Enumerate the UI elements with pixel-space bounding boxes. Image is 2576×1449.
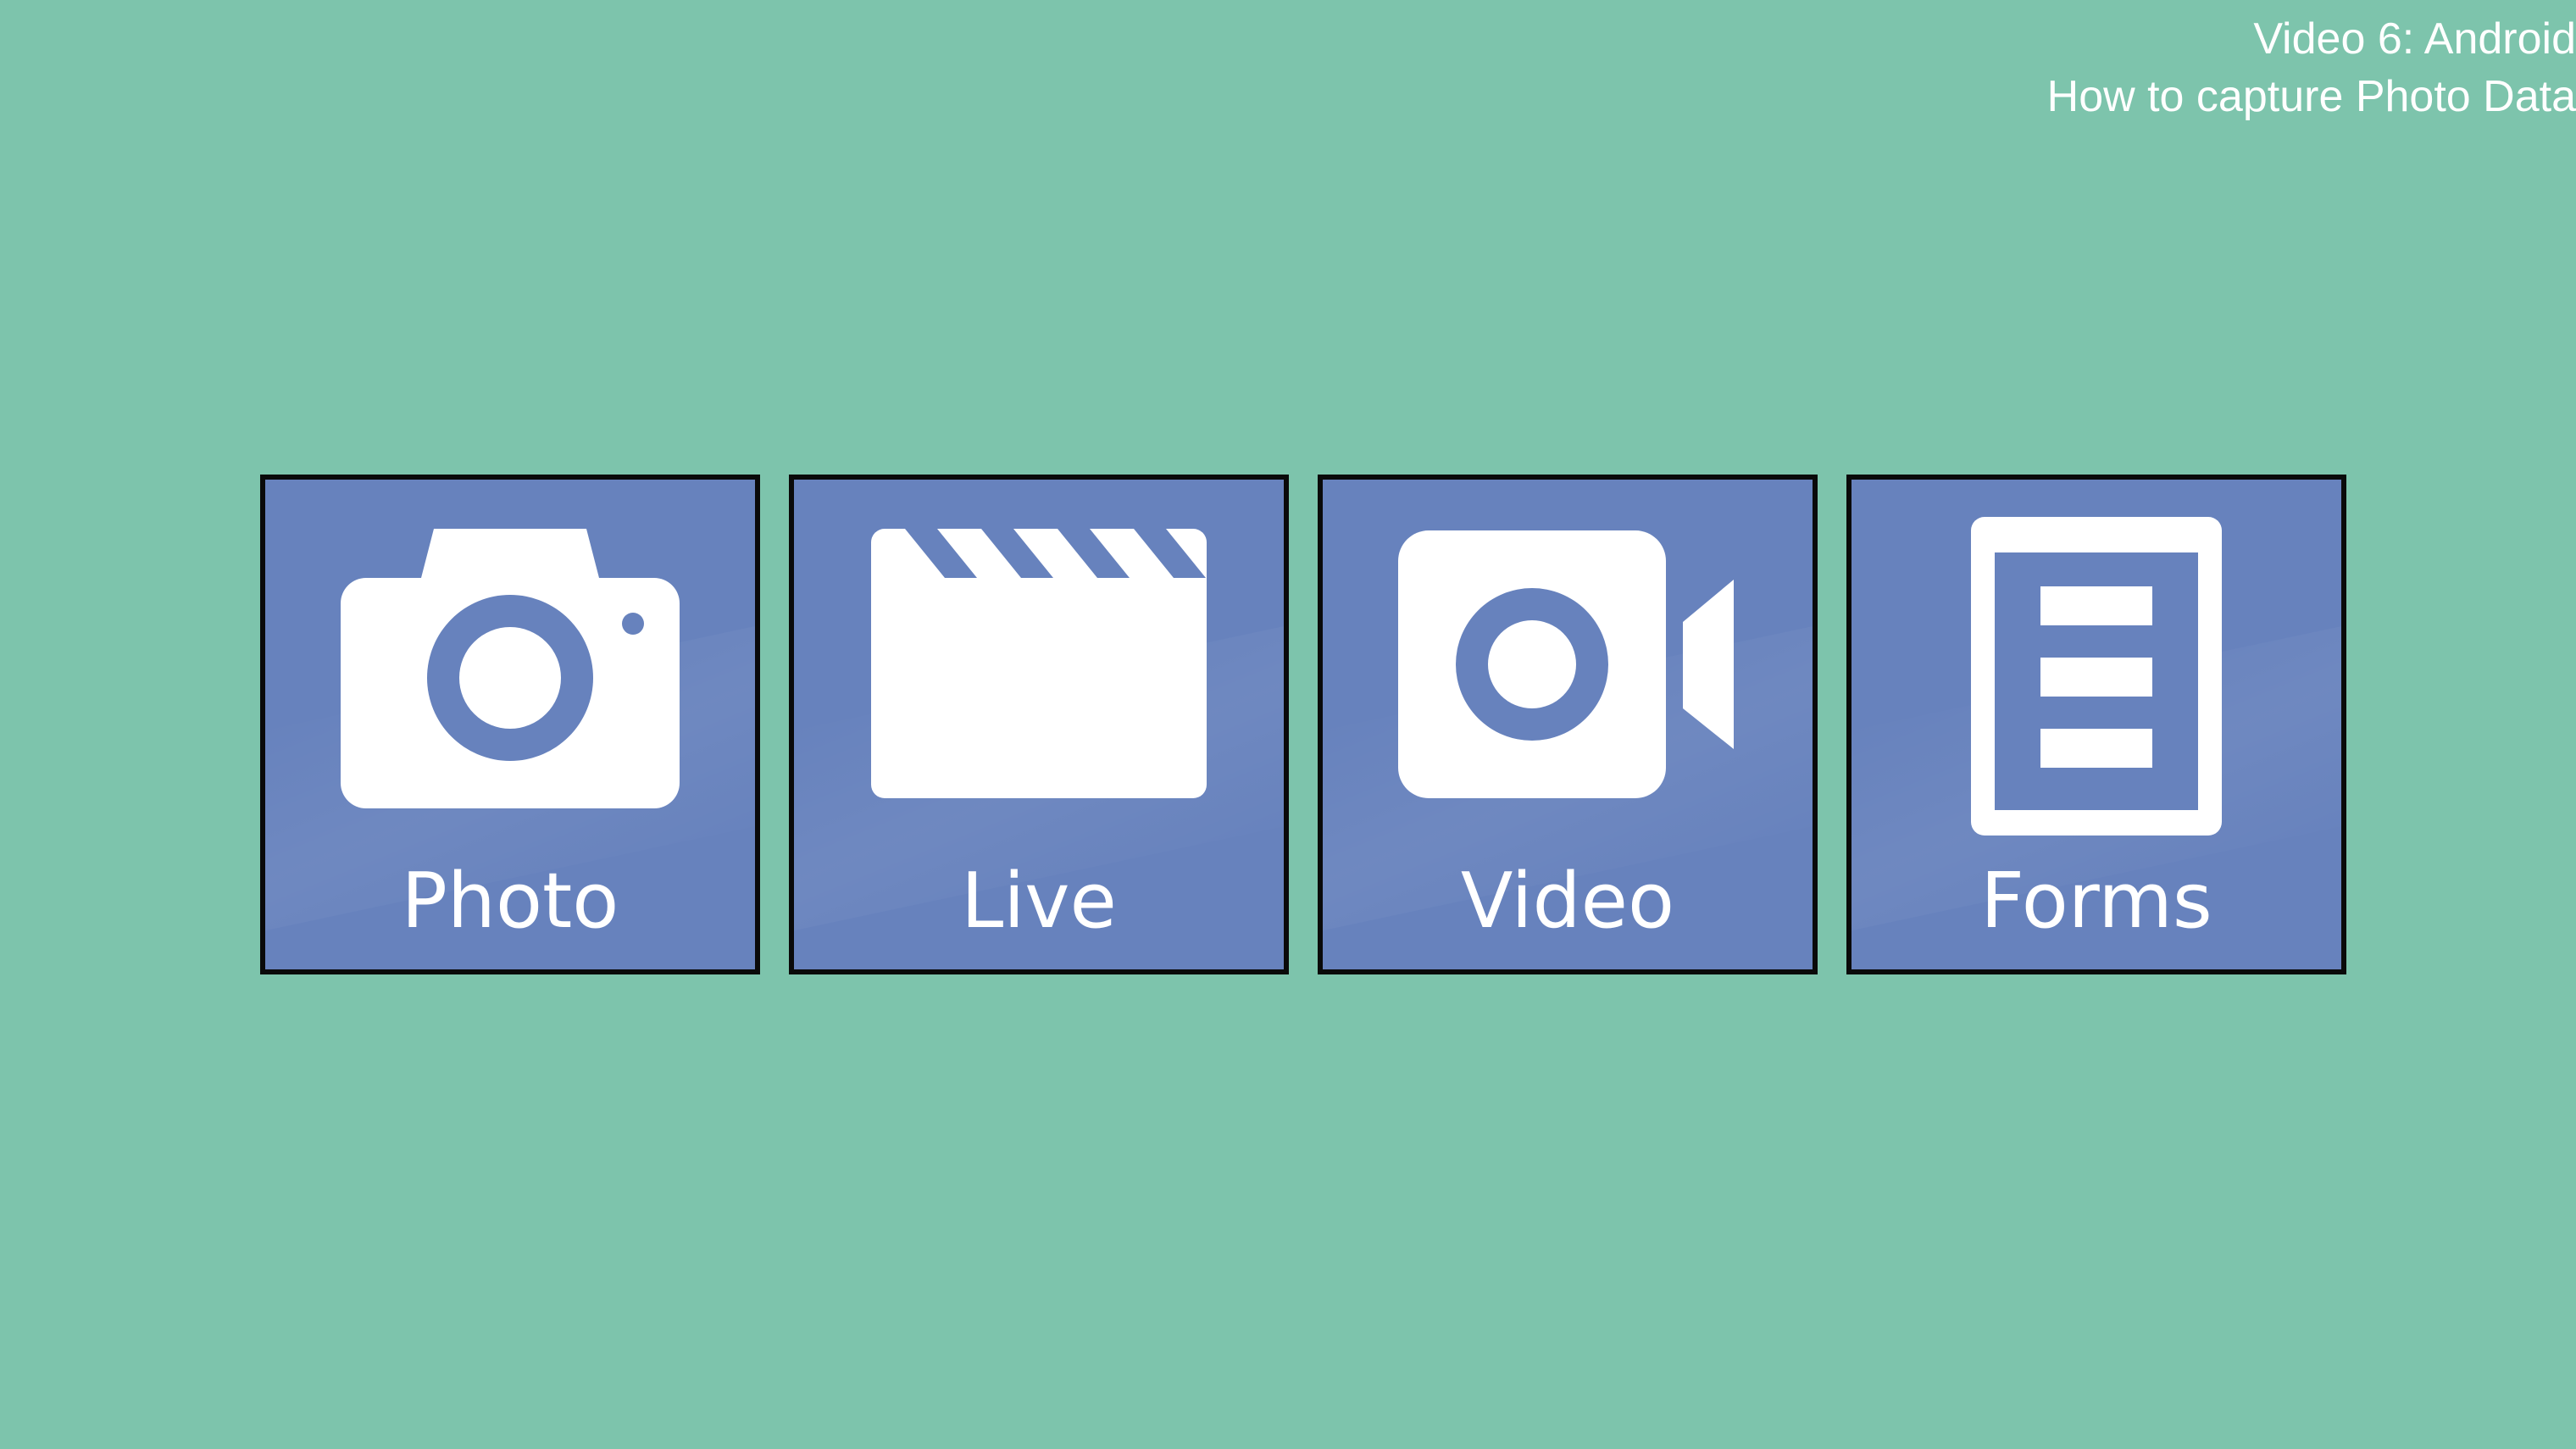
forms-tile[interactable]: Forms xyxy=(1846,475,2346,974)
photo-label: Photo xyxy=(401,857,619,946)
forms-label: Forms xyxy=(1980,857,2212,946)
caption-line-1: Video 6: Android xyxy=(2253,14,2576,64)
live-tile[interactable]: Live xyxy=(789,475,1289,974)
camera-icon xyxy=(341,529,680,808)
capture-tiles: Photo Live Video Forms xyxy=(260,475,2346,974)
video-caption: Video 6: Android How to capture Photo Da… xyxy=(2047,10,2576,125)
video-tile[interactable]: Video xyxy=(1318,475,1818,974)
live-label: Live xyxy=(961,857,1117,946)
form-document-icon xyxy=(1971,517,2222,836)
caption-line-2: How to capture Photo Data xyxy=(2046,72,2576,121)
video-label: Video xyxy=(1460,857,1675,946)
video-camera-icon xyxy=(1398,530,1734,798)
clapperboard-icon xyxy=(871,529,1207,798)
photo-tile[interactable]: Photo xyxy=(260,475,760,974)
